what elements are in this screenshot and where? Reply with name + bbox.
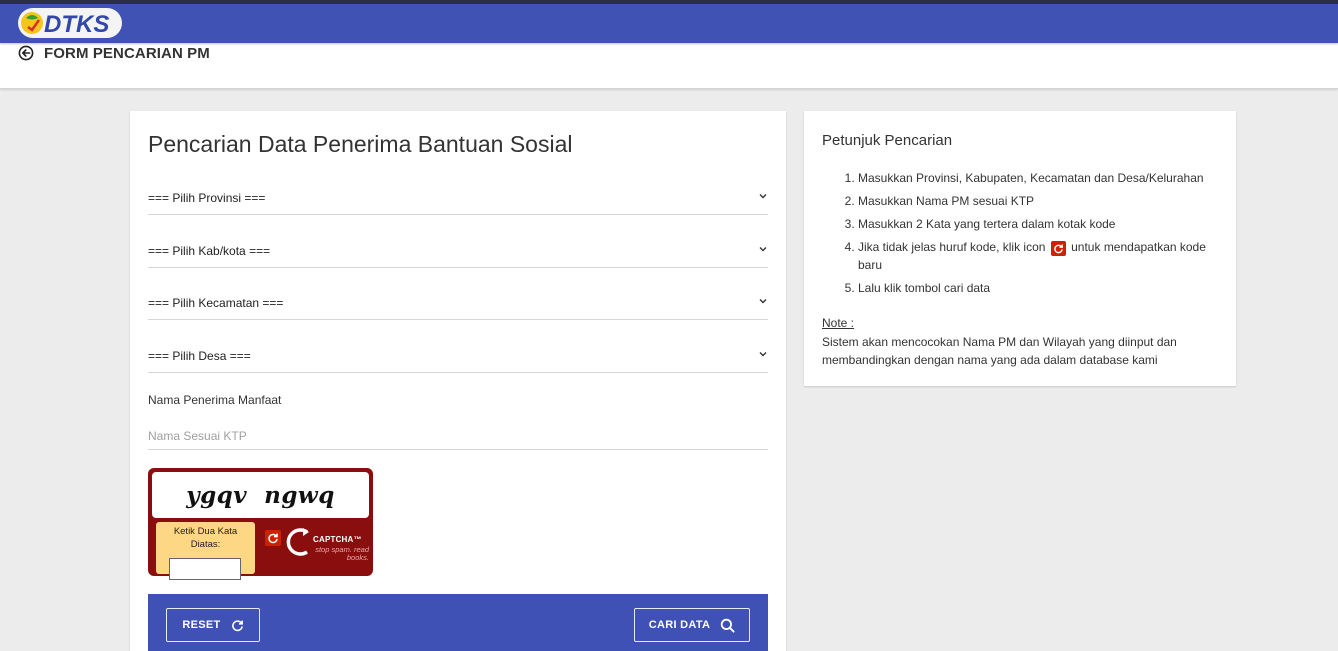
guide-title: Petunjuk Pencarian [822,132,953,149]
regency-select[interactable]: === Pilih Kab/kota === [148,234,768,268]
guide-step: Masukkan Nama PM sesuai KTP [858,192,1218,210]
top-bar: DTKS [0,4,1338,43]
logo-graphic: DTKS [21,11,109,38]
captcha-image: ygqv ngwq [152,472,369,518]
captcha-brand-name: CAPTCHA™ [313,535,362,544]
name-field-label: Nama Penerima Manfaat [148,393,282,407]
reset-button[interactable]: RESET [166,608,260,642]
search-form-card: Pencarian Data Penerima Bantuan Sosial =… [130,111,786,651]
province-select[interactable]: === Pilih Provinsi === [148,181,768,215]
search-button-label: CARI DATA [648,619,711,631]
form-action-bar: RESET CARI DATA [148,594,768,651]
page-header: FORM PENCARIAN PM [0,43,1338,89]
back-button[interactable]: FORM PENCARIAN PM [18,42,218,64]
captcha-slogan: stop spam. read books. [315,545,369,562]
page-title: FORM PENCARIAN PM [44,44,210,62]
chevron-down-icon [759,352,767,357]
guide-step: Jika tidak jelas huruf kode, klik icon u… [858,238,1218,274]
captcha-widget: ygqv ngwq Ketik Dua Kata Diatas: CAPTCHA… [148,468,373,580]
chevron-down-icon [759,247,767,252]
captcha-answer-box: Ketik Dua Kata Diatas: [156,522,255,580]
search-data-button[interactable]: CARI DATA [634,608,750,642]
guide-step-text: Jika tidak jelas huruf kode, klik icon [858,240,1046,254]
guide-step-text: Masukkan 2 Kata yang tertera dalam kotak… [858,217,1116,231]
guide-step: Masukkan 2 Kata yang tertera dalam kotak… [858,215,1218,233]
district-select[interactable]: === Pilih Kecamatan === [148,286,768,320]
captcha-reload-button[interactable] [265,530,281,546]
chevron-down-icon [759,299,767,304]
guide-steps: Masukkan Provinsi, Kabupaten, Kecamatan … [858,169,1218,302]
guide-step-text: Masukkan Nama PM sesuai KTP [858,194,1035,208]
guide-step: Masukkan Provinsi, Kabupaten, Kecamatan … [858,169,1218,187]
village-select-value: === Pilih Desa === [148,349,251,363]
search-icon [721,618,735,633]
guide-step-text: Lalu klik tombol cari data [858,281,991,295]
search-guide-panel: Petunjuk Pencarian Masukkan Provinsi, Ka… [804,111,1236,386]
guide-step-text: Masukkan Provinsi, Kabupaten, Kecamatan … [858,171,1204,185]
note-text: Sistem akan mencocokan Nama PM dan Wilay… [822,335,1177,367]
logo-text: DTKS [44,11,109,38]
refresh-icon [268,533,278,544]
district-select-value: === Pilih Kecamatan === [148,296,284,310]
captcha-input[interactable] [169,558,241,580]
province-select-value: === Pilih Provinsi === [148,191,266,205]
refresh-icon [1050,241,1066,256]
name-input[interactable] [148,423,768,450]
refresh-icon [231,619,243,631]
dtks-logo[interactable]: DTKS [18,8,122,38]
village-select[interactable]: === Pilih Desa === [148,339,768,373]
captcha-logo-icon [286,528,309,556]
captcha-words: ygqv ngwq [186,481,335,509]
captcha-brand: CAPTCHA™ stop spam. read books. [285,524,369,564]
arrow-left-circle-icon [18,45,34,61]
guide-step: Lalu klik tombol cari data [858,279,1218,297]
chevron-down-icon [759,194,767,199]
captcha-prompt: Ketik Dua Kata Diatas: [173,526,238,550]
form-title: Pencarian Data Penerima Bantuan Sosial [148,131,573,157]
note-label: Note : [822,316,855,330]
reset-button-label: RESET [182,619,221,631]
regency-select-value: === Pilih Kab/kota === [148,244,271,258]
